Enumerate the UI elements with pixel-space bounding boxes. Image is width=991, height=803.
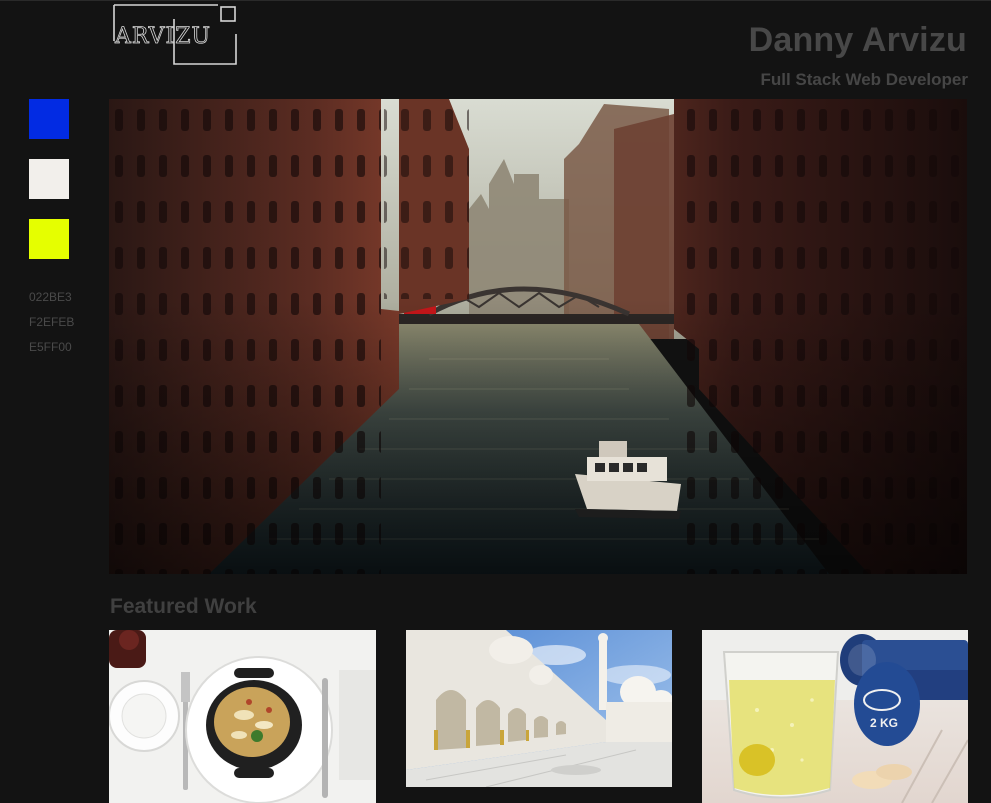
window-edge: [0, 0, 991, 1]
site-logo[interactable]: ARVIZU: [112, 4, 240, 66]
color-swatch-offwhite[interactable]: [29, 159, 69, 199]
color-swatch-blue[interactable]: [29, 99, 69, 139]
featured-work-heading: Featured Work: [110, 595, 257, 618]
dumbbell-label: 2 KG: [870, 716, 898, 730]
food-plate-photo: [109, 630, 376, 803]
logo-text: ARVIZU: [115, 24, 212, 50]
site-name: Danny Arvizu: [748, 21, 967, 59]
featured-work-card[interactable]: [406, 630, 672, 787]
featured-work-card[interactable]: [109, 630, 376, 803]
hero-image: [109, 99, 967, 574]
color-hex-label: 022BE3: [29, 290, 72, 304]
color-hex-label: E5FF00: [29, 340, 72, 354]
color-swatch-yellow[interactable]: [29, 219, 69, 259]
color-hex-label: F2EFEB: [29, 315, 75, 329]
mosque-arches-photo: [406, 630, 672, 787]
site-role: Full Stack Web Developer: [760, 70, 968, 89]
featured-work-card[interactable]: 2 KG: [702, 630, 968, 803]
glass-and-dumbbells-photo: 2 KG: [702, 630, 968, 803]
